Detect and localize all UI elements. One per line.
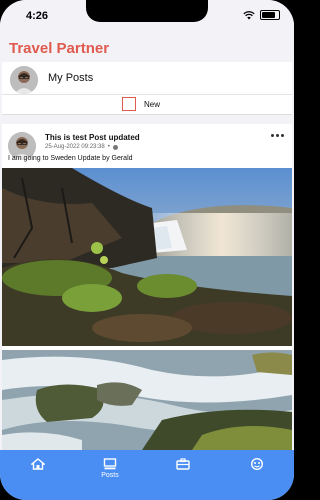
post-photo-waterfall[interactable] (2, 168, 292, 346)
post-card: This is test Post updated 25-Aug-2022 09… (2, 124, 292, 450)
briefcase-icon (176, 458, 190, 470)
profile-icon (251, 458, 263, 470)
post-meta-separator: • (107, 144, 110, 150)
tab-posts[interactable]: Posts (85, 458, 135, 479)
status-icons (243, 10, 280, 20)
tab-trips[interactable] (158, 458, 208, 472)
phone-screen: 4:26 Travel Partner My Posts New This is… (0, 0, 294, 500)
tab-home[interactable] (13, 458, 63, 472)
home-icon (31, 458, 45, 470)
battery-icon (260, 10, 280, 20)
more-options-icon[interactable] (271, 134, 284, 137)
post-text: I am going to Sweden Update by Gerald (8, 155, 133, 162)
tab-posts-label: Posts (101, 472, 119, 479)
app-title: Travel Partner (9, 40, 110, 57)
tab-profile[interactable] (232, 458, 282, 472)
posts-icon (103, 458, 117, 470)
new-post-button[interactable]: New (122, 95, 160, 113)
globe-icon (112, 144, 118, 150)
post-meta: 25-Aug-2022 09:23:38 • (45, 144, 118, 150)
avatar[interactable] (10, 66, 38, 94)
my-posts-label: My Posts (48, 72, 94, 84)
new-post-label: New (144, 99, 161, 109)
new-post-icon (122, 97, 136, 111)
my-posts-panel: My Posts New (2, 62, 292, 115)
post-date: 25-Aug-2022 09:23:38 (45, 144, 105, 150)
status-time: 4:26 (26, 10, 49, 22)
post-title: This is test Post updated (45, 133, 140, 142)
post-photo-river[interactable] (2, 350, 292, 450)
tab-bar: Posts (0, 450, 294, 500)
status-bar: 4:26 (0, 0, 294, 32)
notch (86, 0, 208, 22)
wifi-icon (243, 10, 255, 19)
